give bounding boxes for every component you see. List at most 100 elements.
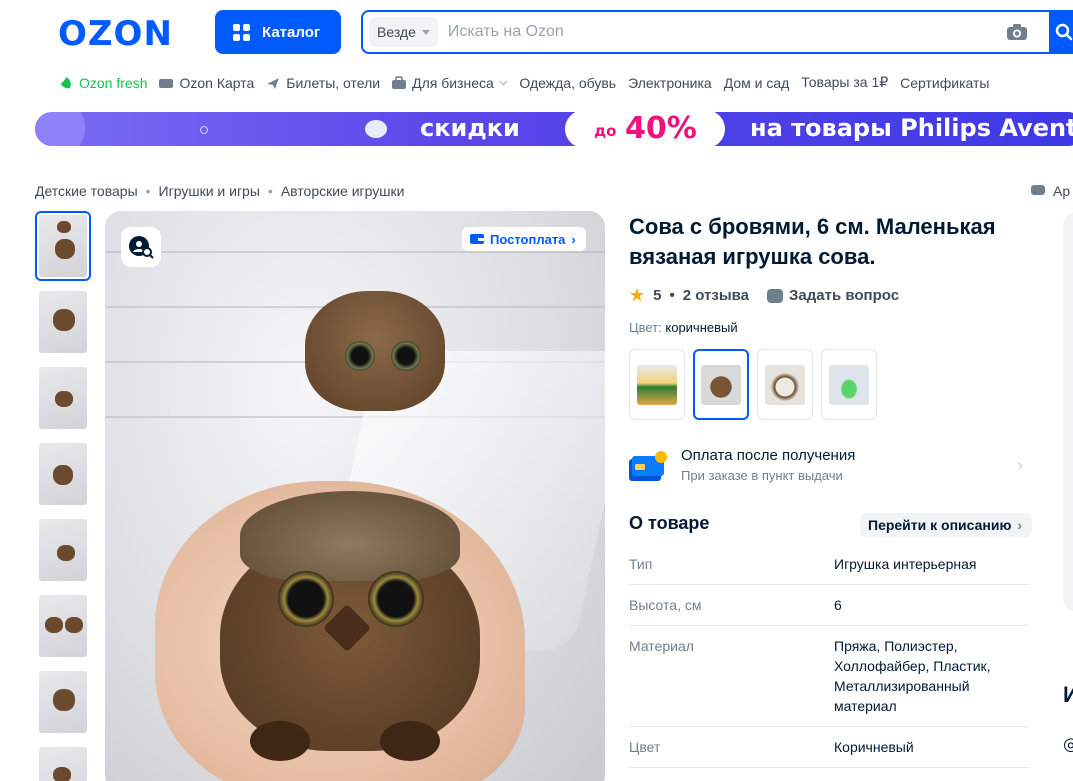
- variant-owl[interactable]: [693, 349, 749, 420]
- rating-value: 5: [653, 287, 662, 304]
- nav-tickets[interactable]: Билеты, отели: [266, 75, 380, 91]
- goto-description-button[interactable]: Перейти к описанию ›: [860, 513, 1033, 537]
- search-scope-select[interactable]: Везде: [369, 17, 438, 47]
- image-detail: [105, 251, 605, 253]
- promo-banner[interactable]: скидки до 40% на товары Philips Avent: [35, 112, 1073, 146]
- color-label: Цвет: коричневый: [629, 320, 738, 335]
- card-icon: [159, 78, 174, 88]
- nav-electronics[interactable]: Электроника: [628, 75, 712, 91]
- thumbnail-list: [35, 211, 91, 781]
- spec-row: Материал Пряжа, Полиэстер, Холлофайбер, …: [629, 626, 1029, 727]
- chevron-down-icon: [421, 29, 430, 35]
- thumbnail[interactable]: [35, 211, 91, 281]
- search-button[interactable]: [1049, 10, 1073, 54]
- ask-question-button[interactable]: Задать вопрос: [767, 287, 899, 304]
- product-title: Сова с бровями, 6 см. Маленькая вязаная …: [629, 214, 996, 269]
- postpay-badge[interactable]: Постоплата ›: [462, 227, 586, 251]
- nav-clothes[interactable]: Одежда, обувь: [519, 75, 616, 91]
- plane-icon: [267, 77, 280, 89]
- star-icon: ★: [629, 285, 646, 305]
- ozon-logo[interactable]: OZON: [58, 14, 173, 54]
- variant-panda[interactable]: [757, 349, 813, 420]
- postpay-subtitle: При заказе в пункт выдачи: [681, 468, 843, 483]
- image-owl-small: [295, 291, 455, 421]
- goto-description-label: Перейти к описанию: [868, 517, 1012, 533]
- nav-one-ruble[interactable]: Товары за 1₽: [801, 74, 888, 91]
- image-search-button[interactable]: [121, 227, 161, 267]
- chevron-right-icon: ›: [571, 231, 576, 247]
- breadcrumb-item[interactable]: Игрушки и игры: [159, 183, 260, 199]
- banner-text-sale: скидки: [420, 114, 520, 142]
- nav-label: Дом и сад: [723, 74, 790, 91]
- thumbnail[interactable]: [35, 363, 91, 433]
- postpay-info[interactable]: Оплата после получения При заказе в пунк…: [629, 445, 1029, 489]
- nav-label: Сертификаты: [900, 74, 990, 91]
- product-main-image[interactable]: Постоплата ›: [105, 211, 605, 781]
- about-heading: О товаре: [629, 513, 710, 533]
- banner-text-brand: на товары Philips Avent: [750, 114, 1073, 142]
- thumbnail[interactable]: [35, 667, 91, 737]
- side-heading-fragment: И: [1063, 682, 1073, 707]
- spec-row: Тип Игрушка интерьерная: [629, 544, 1029, 585]
- search-input[interactable]: [447, 23, 1007, 41]
- camera-icon[interactable]: [1007, 24, 1027, 40]
- variant-doll[interactable]: [629, 349, 685, 420]
- color-value: коричневый: [665, 320, 738, 335]
- banner-percent: 40%: [625, 112, 697, 146]
- rating-separator: •: [669, 287, 675, 304]
- breadcrumb-item[interactable]: Детские товары: [35, 183, 138, 199]
- nav-business[interactable]: Для бизнеса ⌵: [392, 75, 507, 91]
- rating-row: ★ 5 • 2 отзыва Задать вопрос: [629, 285, 899, 306]
- nav-label: Билеты, отели: [286, 74, 381, 91]
- variant-lizard[interactable]: [821, 349, 877, 420]
- briefcase-icon: [392, 75, 407, 89]
- search-scope-label: Везде: [377, 24, 416, 40]
- thumbnail[interactable]: [35, 439, 91, 509]
- chevron-down-icon: ⌵: [499, 77, 508, 88]
- nav-label: Электроника: [628, 74, 712, 91]
- breadcrumb-item[interactable]: Авторские игрушки: [281, 183, 405, 199]
- share-button[interactable]: Ар: [1031, 183, 1070, 199]
- buy-panel: [1063, 212, 1073, 612]
- thumbnail[interactable]: [35, 515, 91, 585]
- postpay-title: Оплата после получения: [681, 447, 856, 464]
- search-bar: Везде: [361, 10, 1051, 54]
- nav-home-garden[interactable]: Дом и сад: [724, 75, 790, 91]
- chevron-right-icon: ›: [1017, 517, 1023, 533]
- breadcrumb-separator: •: [267, 183, 273, 199]
- catalog-label: Каталог: [262, 23, 321, 41]
- top-nav: Ozon fresh Ozon Карта Билеты, отели Для …: [59, 74, 989, 91]
- thumbnail[interactable]: [35, 743, 91, 781]
- banner-decoration: [200, 126, 208, 134]
- thumbnail[interactable]: [35, 591, 91, 661]
- chevron-right-icon: ›: [1017, 457, 1023, 474]
- breadcrumb: Детские товары • Игрушки и игры • Авторс…: [35, 183, 404, 199]
- location-icon: ◎: [1063, 734, 1073, 754]
- color-variants: [629, 349, 877, 420]
- reviews-link[interactable]: 2 отзыва: [683, 287, 749, 304]
- breadcrumb-separator: •: [145, 183, 151, 199]
- nav-certificates[interactable]: Сертификаты: [900, 75, 989, 91]
- spec-value: 6: [834, 597, 842, 613]
- thumbnail[interactable]: [35, 287, 91, 357]
- spec-value: Пряжа, Полиэстер, Холлофайбер, Пластик, …: [834, 638, 991, 714]
- banner-prefix: до: [594, 122, 617, 140]
- spec-value[interactable]: Игрушка интерьерная: [834, 554, 1029, 574]
- fresh-leaf-icon: [61, 76, 71, 88]
- spec-row: Цвет Коричневый: [629, 727, 1029, 768]
- spec-key: Тип: [629, 556, 653, 572]
- nav-label: Для бизнеса: [412, 74, 494, 91]
- share-label: Ар: [1053, 183, 1071, 199]
- catalog-button[interactable]: Каталог: [215, 10, 341, 54]
- nav-ozon-fresh[interactable]: Ozon fresh: [59, 75, 147, 91]
- nav-ozon-card[interactable]: Ozon Карта: [159, 75, 254, 91]
- spec-key: Материал: [629, 638, 694, 654]
- chat-icon: [1031, 185, 1045, 195]
- grid-icon: [233, 23, 250, 41]
- color-label-text: Цвет:: [629, 320, 662, 335]
- spec-row: Высота, см 6: [629, 585, 1029, 626]
- nav-label: Ozon fresh: [79, 74, 148, 91]
- nav-label: Одежда, обувь: [519, 74, 617, 91]
- image-search-icon: [129, 236, 154, 259]
- specs-table: Тип Игрушка интерьерная Высота, см 6 Мат…: [629, 544, 1029, 768]
